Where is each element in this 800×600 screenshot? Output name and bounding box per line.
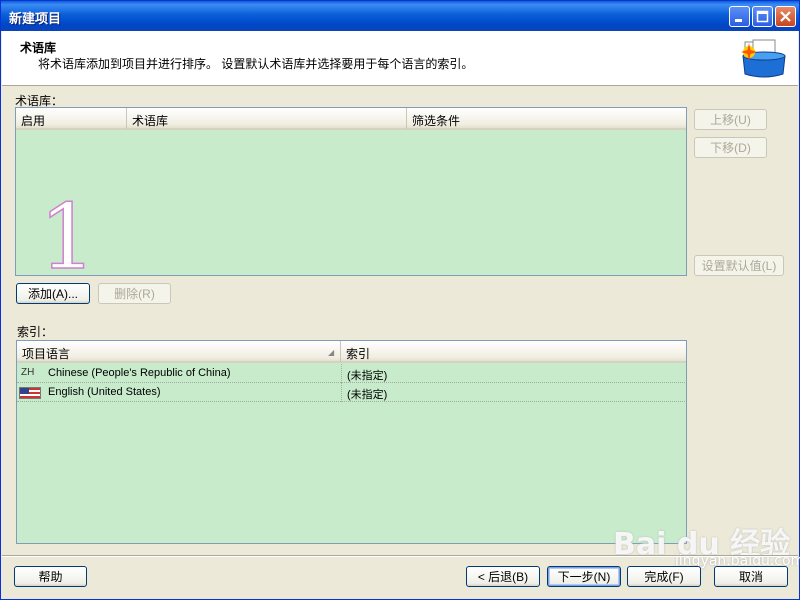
footer-divider [2, 555, 798, 557]
help-button[interactable]: 帮助 [14, 566, 87, 587]
next-button[interactable]: 下一步(N) [547, 566, 621, 587]
column-header-filter[interactable]: 筛选条件 [407, 108, 686, 130]
column-divider [341, 364, 342, 383]
maximize-icon [756, 10, 769, 23]
minimize-button[interactable] [729, 6, 750, 27]
new-project-window: 新建项目 术语库 将术语库添加到项目并进行排序。 设置默认术语库并选择要用于每个… [0, 0, 800, 600]
move-down-button[interactable]: 下移(D) [694, 137, 767, 158]
cancel-button[interactable]: 取消 [714, 566, 788, 587]
column-header-project-language[interactable]: 项目语言 ◢ [17, 341, 341, 363]
us-flag-icon [19, 387, 41, 399]
close-icon [780, 11, 791, 22]
table-row[interactable]: ZH Chinese (People's Republic of China) … [17, 364, 685, 383]
move-up-button[interactable]: 上移(U) [694, 109, 767, 130]
wizard-header: 术语库 将术语库添加到项目并进行排序。 设置默认术语库并选择要用于每个语言的索引… [2, 31, 798, 86]
column-header-project-language-label: 项目语言 [22, 347, 71, 361]
column-divider [341, 383, 342, 402]
title-bar[interactable]: 新建项目 [1, 1, 799, 31]
index-value[interactable]: (未指定) [347, 386, 387, 402]
termbase-wizard-icon [741, 39, 786, 78]
annotation-number: 1 [38, 185, 97, 290]
close-button[interactable] [775, 6, 796, 27]
column-header-index[interactable]: 索引 [341, 341, 686, 363]
maximize-button[interactable] [752, 6, 773, 27]
remove-termbase-button[interactable]: 删除(R) [98, 283, 171, 304]
termbases-grid[interactable]: 启用 术语库 筛选条件 [15, 107, 687, 276]
sort-arrow-icon: ◢ [328, 348, 335, 357]
language-name: English (United States) [48, 386, 161, 398]
set-default-button[interactable]: 设置默认值(L) [694, 255, 784, 276]
language-name: Chinese (People's Republic of China) [48, 367, 231, 379]
page-title: 术语库 [20, 41, 57, 55]
minimize-icon [735, 19, 742, 22]
window-title: 新建项目 [9, 11, 62, 26]
column-header-enabled[interactable]: 启用 [16, 108, 127, 130]
page-description: 将术语库添加到项目并进行排序。 设置默认术语库并选择要用于每个语言的索引。 [38, 57, 474, 71]
add-termbase-button[interactable]: 添加(A)... [16, 283, 90, 304]
finish-button[interactable]: 完成(F) [627, 566, 701, 587]
index-value[interactable]: (未指定) [347, 367, 387, 383]
language-code-zh: ZH [21, 367, 35, 378]
column-header-termbase[interactable]: 术语库 [127, 108, 407, 130]
table-row[interactable]: English (United States) (未指定) [17, 383, 685, 402]
indexes-grid[interactable]: 项目语言 ◢ 索引 ZH Chinese (People's Republic … [16, 340, 687, 544]
back-button[interactable]: < 后退(B) [466, 566, 540, 587]
indexes-label: 索引： [17, 325, 54, 339]
